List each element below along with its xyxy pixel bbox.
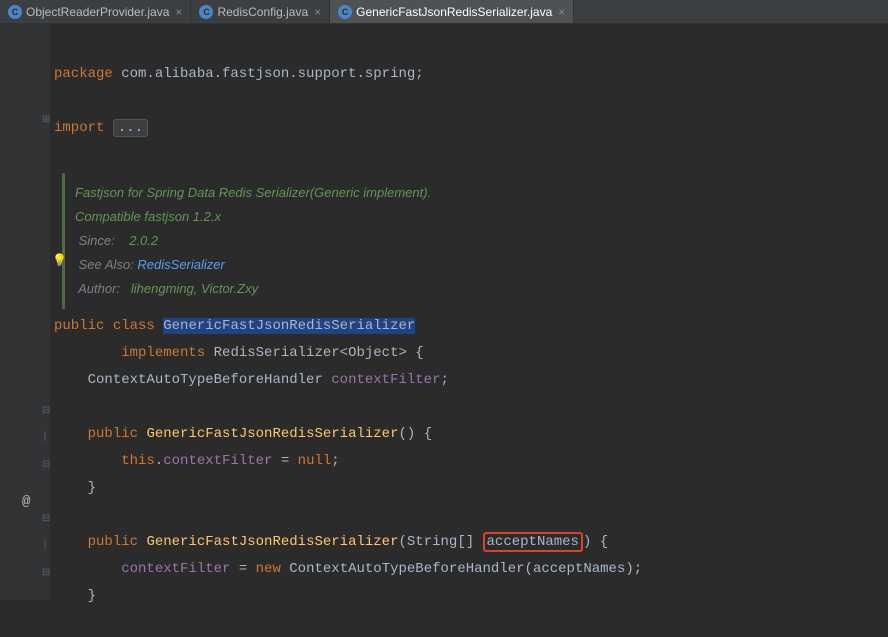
- tab-label: RedisConfig.java: [217, 5, 308, 19]
- field-ref2: contextFilter: [121, 561, 230, 577]
- field-type: ContextAutoTypeBeforeHandler: [88, 372, 323, 388]
- field-ref1: contextFilter: [163, 453, 272, 469]
- keyword-class: class: [113, 318, 155, 334]
- override-icon[interactable]: @: [22, 494, 30, 510]
- fold-icon[interactable]: ⊟: [42, 459, 50, 471]
- javadoc-block: Fastjson for Spring Data Redis Serialize…: [62, 173, 888, 309]
- field-name: contextFilter: [331, 372, 440, 388]
- doc-line2: Compatible fastjson 1.2.x: [75, 209, 221, 224]
- gutter: ⊞ ⊟ | ⊟ ⊟ | ⊟: [0, 24, 50, 600]
- editor-tabs: C ObjectReaderProvider.java × C RedisCon…: [0, 0, 888, 24]
- keyword-null: null: [298, 453, 332, 469]
- doc-since-label: Since:: [79, 233, 115, 248]
- doc-since-val: 2.0.2: [129, 233, 158, 248]
- fold-icon[interactable]: ⊟: [42, 567, 50, 579]
- keyword-public3: public: [88, 534, 138, 550]
- editor: ⊞ ⊟ | ⊟ ⊟ | ⊟ package com.alibaba.fastjs…: [0, 24, 888, 600]
- tab-serializer[interactable]: C GenericFastJsonRedisSerializer.java ×: [330, 0, 574, 23]
- keyword-public2: public: [88, 426, 138, 442]
- handler-type: ContextAutoTypeBeforeHandler: [289, 561, 524, 577]
- close-icon[interactable]: ×: [175, 5, 182, 19]
- param-name: acceptNames: [487, 534, 579, 550]
- code-area[interactable]: package com.alibaba.fastjson.support.spr…: [50, 24, 888, 600]
- ctor2: GenericFastJsonRedisSerializer: [146, 534, 398, 550]
- keyword-public: public: [54, 318, 104, 334]
- bulb-icon[interactable]: 💡: [52, 253, 67, 268]
- java-class-icon: C: [338, 5, 352, 19]
- fold-icon[interactable]: ⊞: [42, 114, 50, 126]
- close-icon[interactable]: ×: [558, 5, 565, 19]
- close-icon[interactable]: ×: [314, 5, 321, 19]
- param-highlight: acceptNames: [483, 532, 583, 552]
- fold-icon[interactable]: |: [42, 432, 48, 443]
- java-class-icon: C: [8, 5, 22, 19]
- keyword-this: this: [121, 453, 155, 469]
- keyword-import: import: [54, 120, 104, 136]
- class-name: GenericFastJsonRedisSerializer: [163, 318, 415, 334]
- tab-label: GenericFastJsonRedisSerializer.java: [356, 5, 552, 19]
- java-class-icon: C: [199, 5, 213, 19]
- impl-generic: Object: [348, 345, 398, 361]
- tab-redisconfig[interactable]: C RedisConfig.java ×: [191, 0, 330, 23]
- keyword-implements: implements: [121, 345, 205, 361]
- keyword-new: new: [256, 561, 281, 577]
- doc-author-val: lihengming, Victor.Zxy: [131, 281, 258, 296]
- package-name: com.alibaba.fastjson.support.spring: [121, 66, 415, 82]
- import-fold[interactable]: ...: [113, 119, 148, 137]
- doc-see-label: See Also:: [79, 257, 134, 272]
- tab-objectreader[interactable]: C ObjectReaderProvider.java ×: [0, 0, 191, 23]
- doc-author-label: Author:: [78, 281, 120, 296]
- keyword-package: package: [54, 66, 113, 82]
- doc-see-val[interactable]: RedisSerializer: [137, 257, 224, 272]
- param-type: String: [407, 534, 457, 550]
- doc-line1: Fastjson for Spring Data Redis Serialize…: [75, 185, 431, 200]
- fold-icon[interactable]: |: [42, 540, 48, 551]
- param-arg: acceptNames: [533, 561, 625, 577]
- impl-type: RedisSerializer: [214, 345, 340, 361]
- ctor1: GenericFastJsonRedisSerializer: [146, 426, 398, 442]
- tab-label: ObjectReaderProvider.java: [26, 5, 169, 19]
- fold-icon[interactable]: ⊟: [42, 405, 50, 417]
- fold-icon[interactable]: ⊟: [42, 513, 50, 525]
